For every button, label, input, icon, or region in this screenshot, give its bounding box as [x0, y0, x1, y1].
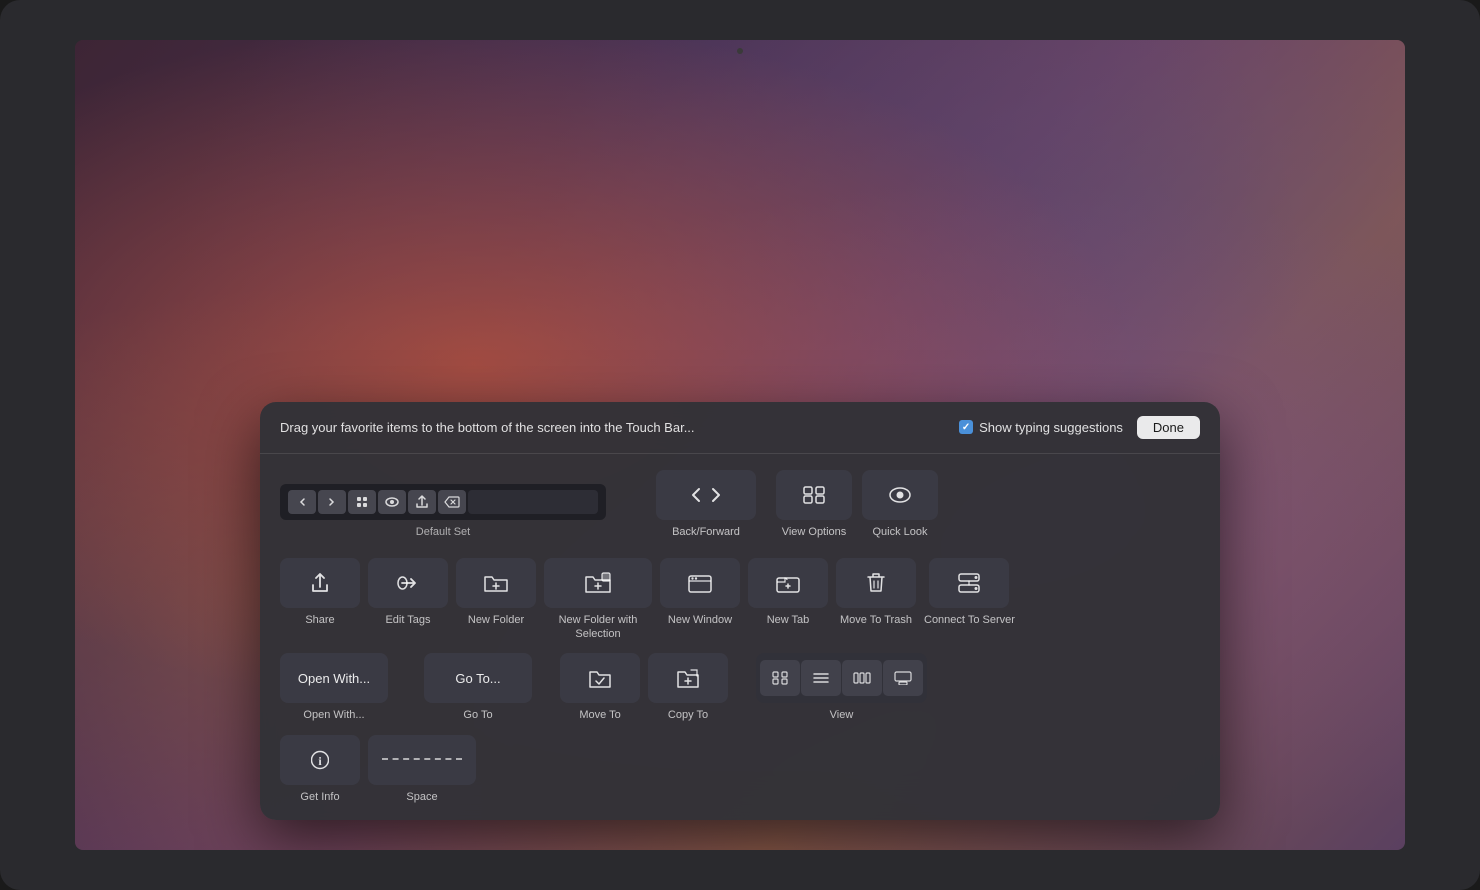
touchbar-preview-row: Default Set Back/Forward	[280, 470, 1200, 538]
grid-item-edit-tags: Edit Tags	[368, 558, 448, 627]
touchbar-default-label: Default Set	[416, 526, 470, 538]
new-folder-label: New Folder	[468, 613, 524, 627]
customize-panel: Drag your favorite items to the bottom o…	[260, 402, 1220, 820]
grid-item-new-folder-selection: New Folder with Selection	[544, 558, 652, 642]
grid-item-move-to: Move To	[560, 653, 640, 722]
new-window-btn[interactable]	[660, 558, 740, 608]
touchbar-default-set: Default Set	[280, 484, 606, 538]
tb-view-options-label: View Options	[782, 526, 847, 538]
grid-item-new-tab: New Tab	[748, 558, 828, 627]
share-label: Share	[305, 613, 334, 627]
edit-tags-label: Edit Tags	[385, 613, 430, 627]
screen: Drag your favorite items to the bottom o…	[75, 40, 1405, 850]
view-group: View	[756, 653, 927, 722]
header-right: Show typing suggestions Done	[959, 416, 1200, 439]
space-dots-icon	[382, 758, 462, 761]
svg-text:i: i	[318, 754, 322, 768]
touchbar-bar	[280, 484, 606, 520]
grid-item-new-window: New Window	[660, 558, 740, 627]
laptop-frame: Drag your favorite items to the bottom o…	[0, 0, 1480, 890]
tb-back-forward-label: Back/Forward	[672, 526, 740, 538]
tb-forward-btn[interactable]	[318, 490, 346, 514]
items-row-2: Open With... Open With... Go To... Go To	[280, 653, 1200, 722]
goto-btn[interactable]: Go To...	[424, 653, 532, 703]
space-btn[interactable]	[368, 735, 476, 785]
new-folder-btn[interactable]	[456, 558, 536, 608]
view-gallery-btn[interactable]	[883, 660, 923, 696]
items-row-1: Share Edit Tags	[280, 558, 1200, 642]
grid-item-open-with: Open With... Open With...	[280, 653, 388, 722]
view-label: View	[830, 708, 854, 722]
open-with-label: Open With...	[303, 708, 364, 722]
share-btn[interactable]	[280, 558, 360, 608]
info-label: Get Info	[300, 790, 339, 804]
typing-suggestions-checkbox[interactable]	[959, 420, 973, 434]
view-icon-btn[interactable]	[760, 660, 800, 696]
copy-to-btn[interactable]	[648, 653, 728, 703]
server-btn[interactable]	[929, 558, 1009, 608]
move-to-label: Move To	[579, 708, 620, 722]
new-window-label: New Window	[668, 613, 732, 627]
view-list-btn[interactable]	[801, 660, 841, 696]
tb-share-btn[interactable]	[408, 490, 436, 514]
panel-header: Drag your favorite items to the bottom o…	[260, 402, 1220, 454]
info-btn[interactable]: i	[280, 735, 360, 785]
view-bar	[756, 653, 927, 703]
tb-back-forward-btn[interactable]	[656, 470, 756, 520]
tb-back-forward-group: Back/Forward	[656, 470, 756, 538]
done-button[interactable]: Done	[1137, 416, 1200, 439]
grid-item-server: Connect To Server	[924, 558, 1015, 627]
move-to-btn[interactable]	[560, 653, 640, 703]
tb-grid-btn[interactable]	[348, 490, 376, 514]
panel-content: Default Set Back/Forward	[260, 454, 1220, 820]
grid-item-trash: Move To Trash	[836, 558, 916, 627]
instruction-text: Drag your favorite items to the bottom o…	[280, 420, 695, 435]
copy-to-label: Copy To	[668, 708, 708, 722]
new-folder-selection-btn[interactable]	[544, 558, 652, 608]
goto-label: Go To	[463, 708, 492, 722]
wallpaper: Drag your favorite items to the bottom o…	[75, 40, 1405, 850]
tb-back-btn[interactable]	[288, 490, 316, 514]
space-label: Space	[406, 790, 437, 804]
grid-item-info: i Get Info	[280, 735, 360, 804]
tb-view-options-btn[interactable]	[776, 470, 852, 520]
new-tab-label: New Tab	[767, 613, 810, 627]
tb-quick-look-btn[interactable]	[862, 470, 938, 520]
tb-quick-look-group: Quick Look	[862, 470, 938, 538]
tb-spacer	[468, 490, 598, 514]
grid-item-space: Space	[368, 735, 476, 804]
grid-item-share: Share	[280, 558, 360, 627]
typing-suggestions-toggle[interactable]: Show typing suggestions	[959, 420, 1123, 435]
server-label: Connect To Server	[924, 613, 1015, 627]
tb-delete-btn[interactable]	[438, 490, 466, 514]
tb-quick-look-label: Quick Look	[872, 526, 927, 538]
tb-eye-btn[interactable]	[378, 490, 406, 514]
items-row-3: i Get Info Space	[280, 735, 1200, 804]
trash-label: Move To Trash	[840, 613, 912, 627]
grid-item-goto: Go To... Go To	[424, 653, 532, 722]
view-column-btn[interactable]	[842, 660, 882, 696]
camera-dot	[737, 48, 743, 54]
new-folder-selection-label: New Folder with Selection	[544, 613, 652, 642]
grid-item-new-folder: New Folder	[456, 558, 536, 627]
tb-view-options-group: View Options	[776, 470, 852, 538]
new-tab-btn[interactable]	[748, 558, 828, 608]
trash-btn[interactable]	[836, 558, 916, 608]
grid-item-copy-to: Copy To	[648, 653, 728, 722]
edit-tags-btn[interactable]	[368, 558, 448, 608]
open-with-btn[interactable]: Open With...	[280, 653, 388, 703]
typing-suggestions-label: Show typing suggestions	[979, 420, 1123, 435]
